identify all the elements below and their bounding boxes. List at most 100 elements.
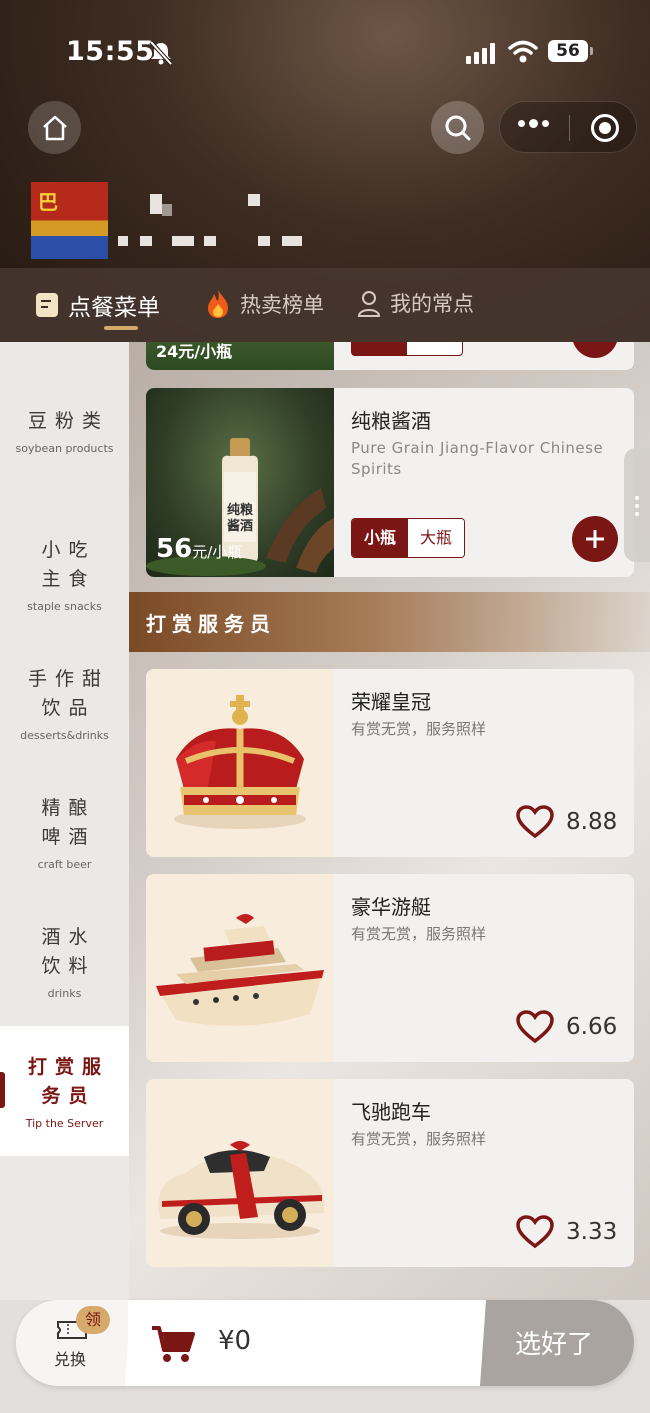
add-to-cart-button[interactable] <box>572 342 618 358</box>
battery-indicator: 56 <box>548 40 593 62</box>
add-to-cart-button[interactable] <box>572 516 618 562</box>
tip-price: 6.66 <box>566 1014 618 1040</box>
checkout-label[interactable]: 选好了 <box>515 1324 593 1361</box>
tip-card[interactable]: 豪华游艇 有赏无赏，服务照样 6.66 <box>146 874 634 1062</box>
redacted-store-info <box>140 236 152 246</box>
cart-bar: 兑换 领 ¥0 选好了 <box>16 1300 634 1386</box>
redacted-store-name <box>162 204 172 216</box>
close-target-icon[interactable] <box>591 114 619 142</box>
product-image: 纯粮 酱酒 56元/小瓶 <box>146 388 334 577</box>
cart-total: ¥0 <box>218 1326 252 1356</box>
exchange-label: 兑换 <box>54 1350 87 1369</box>
sidebar-item-label: 手作甜饮品 <box>27 667 109 719</box>
cell-signal-icon <box>466 42 495 64</box>
active-tab-indicator <box>104 326 138 330</box>
sidebar-item-sublabel: desserts&drinks <box>20 728 109 742</box>
sidebar-item-tip-server[interactable]: 打赏服务员 Tip the Server <box>0 1026 129 1156</box>
sidebar-item-desserts[interactable]: 手作甜饮品 desserts&drinks <box>0 638 129 768</box>
search-button[interactable] <box>431 101 484 154</box>
tip-name: 豪华游艇 <box>351 895 431 919</box>
store-logo: 巴 <box>31 182 108 259</box>
tab-menu-label: 点餐菜单 <box>68 295 160 321</box>
plus-icon <box>586 530 604 548</box>
bottle-label-line1: 纯粮 <box>227 502 254 518</box>
shopping-cart-icon[interactable] <box>150 1324 196 1364</box>
status-bar: 15:55 56 <box>0 36 650 70</box>
product-card[interactable]: 纯粮 酱酒 56元/小瓶 纯粮酱酒 Pure Grain Jiang-Flavo… <box>146 388 634 577</box>
sidebar-item-sublabel: staple snacks <box>27 599 102 613</box>
tip-image <box>146 1079 334 1267</box>
redacted-store-info <box>204 236 216 246</box>
home-button[interactable] <box>28 101 81 154</box>
tip-subtitle: 有赏无赏，服务照样 <box>351 1130 487 1148</box>
sidebar-item-sublabel: soybean products <box>15 442 114 455</box>
redacted-store-info <box>172 236 194 246</box>
tip-image <box>146 874 334 1062</box>
sidebar-item-soybean[interactable]: 豆粉类 soybean products <box>0 366 129 496</box>
section-header: 打赏服务员 <box>129 592 650 652</box>
tab-bar: 点餐菜单 热卖榜单 我的常点 <box>0 268 650 342</box>
spec-selector: 小瓶 大瓶 <box>351 518 465 558</box>
search-icon <box>445 115 470 140</box>
tip-card[interactable]: 荣耀皇冠 有赏无赏，服务照样 8.88 <box>146 669 634 857</box>
redacted-store-name <box>248 194 260 206</box>
yacht-image <box>156 914 324 1026</box>
sidebar-item-label: 酒水饮料 <box>41 925 96 977</box>
product-card-partial[interactable]: 24元/小瓶 <box>146 342 634 370</box>
sidebar-item-label: 精酿啤酒 <box>41 796 96 848</box>
tab-menu[interactable]: 点餐菜单 <box>34 288 160 322</box>
scroll-handle[interactable] <box>624 448 650 562</box>
heart-icon[interactable] <box>516 1215 554 1249</box>
more-icon[interactable] <box>518 119 549 128</box>
crown-image <box>174 695 306 829</box>
sidebar-item-sublabel: drinks <box>47 986 82 1000</box>
sidebar-item-sublabel: Tip the Server <box>25 1116 104 1130</box>
menu-book-icon <box>36 293 58 317</box>
tip-name: 飞驰跑车 <box>351 1100 431 1124</box>
sidebar-item-craft-beer[interactable]: 精酿啤酒 craft beer <box>0 767 129 897</box>
product-price-number: 56 <box>156 534 193 564</box>
product-image: 24元/小瓶 <box>146 342 334 370</box>
sidebar-active-indicator <box>0 1072 5 1108</box>
tab-hot-sales-label: 热卖榜单 <box>240 293 324 317</box>
redacted-store-name <box>150 194 162 214</box>
user-icon <box>357 291 381 317</box>
claim-badge: 领 <box>76 1306 110 1334</box>
sidebar-item-label: 小吃主食 <box>41 538 96 590</box>
heart-icon[interactable] <box>516 805 554 839</box>
sports-car-image <box>158 1141 325 1239</box>
product-name: 纯粮酱酒 <box>351 409 431 433</box>
spec-option-large[interactable]: 大瓶 <box>408 519 464 557</box>
bottle-label-line2: 酱酒 <box>227 518 253 534</box>
product-price: 56元/小瓶 <box>156 534 242 564</box>
bell-off-icon <box>149 40 173 66</box>
product-price-unit: 元/小瓶 <box>192 543 243 561</box>
spec-selector[interactable] <box>351 342 463 356</box>
redacted-store-info <box>118 236 128 246</box>
tab-favorites-label: 我的常点 <box>390 292 474 316</box>
tab-hot-sales[interactable]: 热卖榜单 <box>204 288 324 320</box>
exchange-button[interactable]: 兑换 领 <box>16 1300 128 1386</box>
product-list[interactable]: 24元/小瓶 纯粮 酱酒 56元/小瓶 纯粮酱酒 Pure Grain Jian… <box>129 342 650 1300</box>
home-icon <box>42 115 67 140</box>
mini-program-capsule <box>499 101 637 153</box>
tip-image <box>146 669 334 857</box>
tip-price: 8.88 <box>566 809 618 835</box>
sidebar-item-staple-snacks[interactable]: 小吃主食 staple snacks <box>0 509 129 639</box>
tab-favorites[interactable]: 我的常点 <box>356 288 474 318</box>
product-description: Pure Grain Jiang-Flavor Chinese Spirits <box>351 439 604 478</box>
tip-price: 3.33 <box>566 1219 618 1245</box>
wifi-icon <box>508 40 538 63</box>
sidebar-item-drinks[interactable]: 酒水饮料 drinks <box>0 896 129 1026</box>
tip-name: 荣耀皇冠 <box>351 690 431 714</box>
tip-card[interactable]: 飞驰跑车 有赏无赏，服务照样 3.33 <box>146 1079 634 1267</box>
app-header: 15:55 56 巴 点餐菜单 热卖榜单 我的常点 <box>0 0 650 342</box>
tip-subtitle: 有赏无赏，服务照样 <box>351 720 487 738</box>
sidebar-item-label: 打赏服务员 <box>27 1055 109 1107</box>
tip-subtitle: 有赏无赏，服务照样 <box>351 925 487 943</box>
status-time: 15:55 <box>66 36 155 67</box>
heart-icon[interactable] <box>516 1010 554 1044</box>
spec-option-small[interactable]: 小瓶 <box>352 519 408 557</box>
partial-price: 24元/小瓶 <box>156 342 233 361</box>
capsule-divider <box>569 115 570 141</box>
